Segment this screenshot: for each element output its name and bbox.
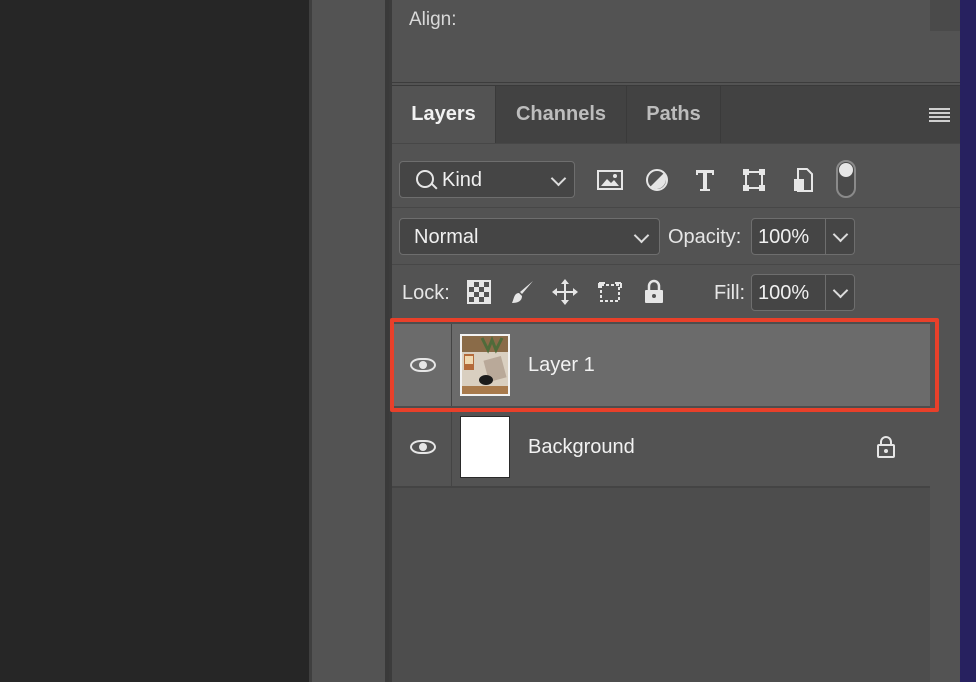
shape-filter-icon[interactable] [740, 166, 768, 194]
tab-channels[interactable]: Channels [496, 86, 627, 143]
properties-scrollbar[interactable] [930, 0, 960, 31]
lock-position-icon[interactable] [551, 278, 579, 306]
image-filter-icon[interactable] [596, 166, 624, 194]
panel-dock-strip [309, 0, 389, 682]
lock-image-pixels-icon[interactable] [509, 278, 537, 306]
visibility-toggle[interactable] [392, 408, 452, 486]
kind-filter-label: Kind [442, 169, 483, 191]
layer-thumbnail[interactable] [460, 416, 510, 478]
tab-layers[interactable]: Layers [392, 86, 496, 143]
panel-menu-icon[interactable] [929, 108, 950, 122]
chevron-down-icon[interactable] [832, 282, 849, 299]
blend-mode-select[interactable]: Normal [399, 218, 660, 255]
opacity-label: Opacity: [668, 226, 742, 248]
adjustment-filter-icon[interactable] [643, 166, 671, 194]
divider [392, 264, 960, 265]
opacity-value: 100% [758, 226, 810, 248]
chevron-down-icon [550, 170, 567, 187]
divider [392, 143, 960, 144]
fill-field[interactable]: 100% [751, 274, 855, 311]
lock-all-icon[interactable] [640, 278, 668, 306]
chevron-down-icon[interactable] [832, 226, 849, 243]
opacity-field[interactable]: 100% [751, 218, 855, 255]
search-icon [416, 170, 434, 188]
layer-row-background[interactable]: Background [392, 408, 930, 488]
lock-icon[interactable] [876, 435, 896, 464]
document-canvas-area [0, 0, 309, 682]
blend-mode-value: Normal [414, 226, 479, 248]
lock-label: Lock: [402, 282, 450, 304]
eye-icon[interactable] [410, 440, 436, 454]
properties-section [392, 0, 960, 83]
align-label: Align: [409, 9, 457, 30]
selection-highlight [390, 318, 939, 412]
smart-object-filter-icon[interactable] [789, 166, 817, 194]
lock-transparent-pixels-icon[interactable] [465, 278, 493, 306]
chevron-down-icon [633, 227, 650, 244]
tab-paths[interactable]: Paths [627, 86, 721, 143]
divider [392, 207, 960, 208]
fill-value: 100% [758, 282, 810, 304]
layer-name[interactable]: Background [528, 436, 635, 459]
kind-filter-select[interactable]: Kind [399, 161, 575, 198]
type-filter-icon[interactable] [691, 166, 719, 194]
filter-toggle[interactable] [836, 160, 856, 198]
lock-artboard-icon[interactable] [596, 278, 624, 306]
fill-label: Fill: [714, 282, 746, 304]
desktop-edge [960, 0, 976, 682]
